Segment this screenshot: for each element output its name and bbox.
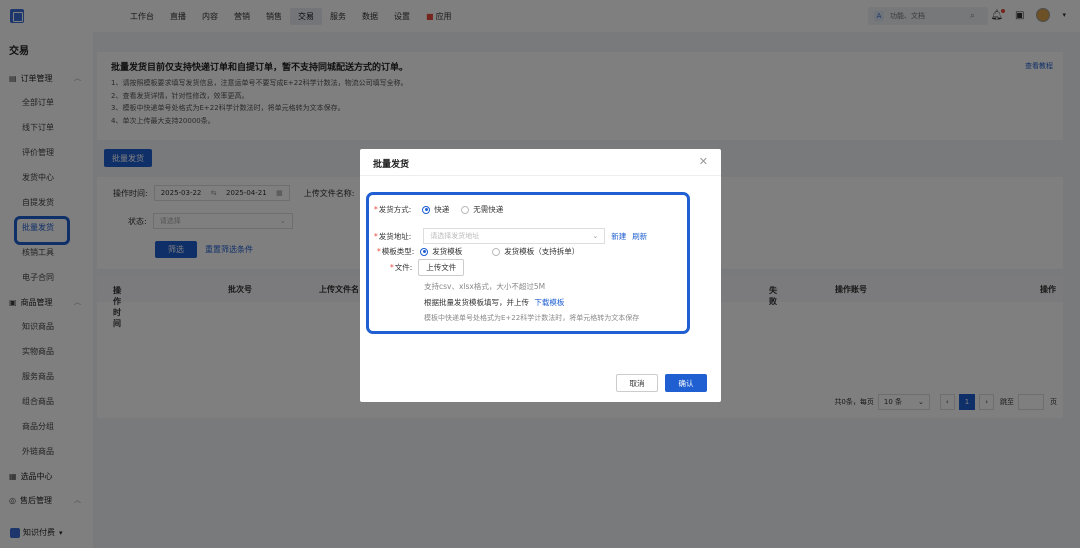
shipping-method-field: * 发货方式: 快递 无需快递 [374, 204, 515, 215]
radio-express[interactable]: 快递 [422, 204, 449, 215]
radio-label: 无需快递 [473, 205, 504, 214]
new-address-link[interactable]: 新建 [611, 231, 626, 242]
template-type-field: * 模板类型: 发货模板 发货模板（支持拆单） [377, 246, 591, 257]
shipping-address-label: 发货地址: [378, 231, 412, 241]
address-placeholder: 请选择发货地址 [430, 232, 480, 240]
template-type-label: 模板类型: [381, 247, 415, 256]
shipping-method-label: 发货方式: [378, 205, 412, 214]
radio-label: 发货模板（支持拆单） [504, 247, 580, 256]
required-mark: * [377, 247, 381, 256]
dialog-title: 批量发货 [373, 160, 410, 170]
shipping-address-field: * 发货地址: 请选择发货地址 ⌄ 新建 刷新 [374, 228, 647, 244]
file-label: 文件: [394, 263, 413, 272]
template-hint: 根据批量发货模板填写，并上传 下载模板 [424, 297, 564, 308]
file-field: * 文件: 上传文件 [390, 259, 465, 276]
radio-dot [422, 205, 431, 214]
refresh-link[interactable]: 刷新 [632, 231, 647, 242]
radio-split-template[interactable]: 发货模板（支持拆单） [492, 246, 579, 257]
batch-shipping-dialog: 批量发货 ✕ * 发货方式: 快递 无需快递 * 发货地址: 请选择发货地址 ⌄… [360, 149, 721, 402]
required-mark: * [374, 231, 378, 241]
required-mark: * [390, 263, 394, 272]
address-select[interactable]: 请选择发货地址 ⌄ [423, 228, 606, 244]
format-hint: 支持csv、xlsx格式，大小不超过5M [424, 282, 546, 291]
dialog-divider [360, 175, 721, 176]
required-mark: * [374, 205, 378, 214]
chevron-down-icon: ⌄ [592, 232, 599, 240]
radio-label: 快递 [434, 205, 450, 214]
radio-dot [492, 247, 501, 256]
format-note: 模板中快递单号处格式为E+22科学计数法时，将单元格转为文本保存 [424, 314, 640, 322]
radio-ship-template[interactable]: 发货模板 [420, 246, 462, 257]
cancel-button[interactable]: 取消 [616, 374, 658, 392]
upload-file-button[interactable]: 上传文件 [418, 259, 465, 276]
radio-no-express[interactable]: 无需快递 [461, 204, 503, 215]
radio-dot [420, 247, 429, 256]
close-icon[interactable]: ✕ [699, 155, 708, 168]
radio-label: 发货模板 [432, 247, 463, 256]
radio-dot [461, 205, 470, 214]
download-template-link[interactable]: 下载模板 [534, 298, 564, 307]
confirm-button[interactable]: 确认 [665, 374, 707, 392]
template-hint-text: 根据批量发货模板填写，并上传 [424, 298, 529, 307]
